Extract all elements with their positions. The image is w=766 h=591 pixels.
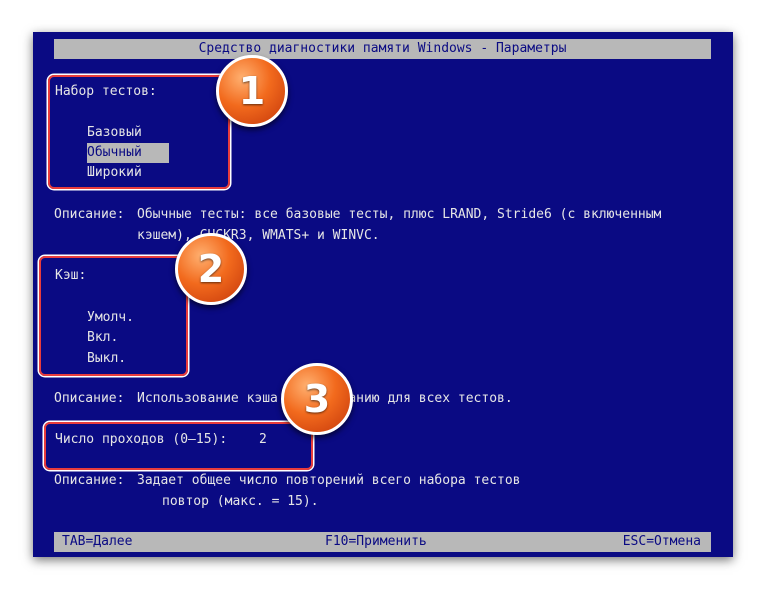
- highlight-frame-test-mix: [48, 75, 230, 189]
- test-mix-description-line1: Обычные тесты: все базовые тесты, плюс L…: [137, 207, 662, 222]
- highlight-frame-cache: [39, 256, 188, 376]
- title-bar: Средство диагностики памяти Windows - Па…: [54, 39, 711, 59]
- test-mix-description-label: Описание:: [54, 207, 125, 222]
- status-f10-apply[interactable]: F10=Применить: [325, 532, 427, 552]
- pass-count-description-label: Описание:: [54, 473, 125, 488]
- callout-badge-1: 1: [216, 55, 288, 127]
- callout-badge-2: 2: [175, 233, 247, 305]
- status-bar: TAB=Далее F10=Применить ESC=Отмена: [54, 532, 711, 552]
- callout-badge-3: 3: [281, 363, 353, 435]
- pass-count-description-line1: Задает общее число повторений всего набо…: [137, 473, 521, 488]
- status-tab-next[interactable]: TAB=Далее: [62, 532, 132, 552]
- cache-description-label: Описание:: [54, 391, 125, 406]
- test-mix-description-line2: кэшем), CHCKR3, WMATS+ и WINVC.: [137, 228, 380, 243]
- status-esc-cancel[interactable]: ESC=Отмена: [623, 532, 701, 552]
- window-title: Средство диагностики памяти Windows - Па…: [198, 41, 567, 56]
- highlight-frame-pass-count: [44, 422, 313, 470]
- pass-count-description-line2: повтор (макс. = 15).: [162, 494, 319, 509]
